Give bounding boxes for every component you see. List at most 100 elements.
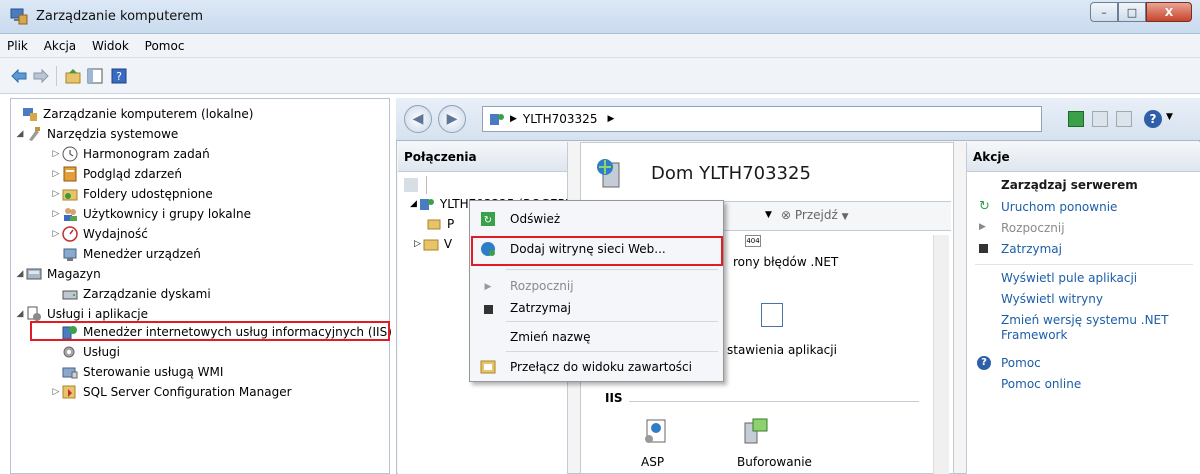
- breadcrumb-arrow-icon: ▶: [510, 114, 517, 124]
- feature-asp[interactable]: ASP: [641, 455, 664, 469]
- expand-arrow-icon[interactable]: ▷: [50, 169, 62, 179]
- performance-icon: [62, 225, 78, 242]
- menu-start[interactable]: Rozpocznij: [510, 279, 574, 293]
- collapse-arrow-icon[interactable]: ◢: [14, 129, 26, 139]
- forward-icon[interactable]: [32, 67, 50, 85]
- toolbar: ?: [0, 58, 1200, 94]
- services-apps-icon: [26, 306, 42, 322]
- home-scrollbar[interactable]: [933, 235, 949, 474]
- menu-switch-content-view[interactable]: Przełącz do widoku zawartości: [510, 360, 692, 374]
- iis-help-icon[interactable]: ?: [1144, 110, 1162, 128]
- tree-item-sql[interactable]: ▷ SQL Server Configuration Manager: [50, 382, 292, 401]
- menu-view[interactable]: Widok: [85, 34, 134, 53]
- group-divider: [629, 401, 919, 402]
- show-hide-tree-icon[interactable]: [86, 67, 104, 85]
- app-pools-icon: [426, 216, 442, 232]
- action-change-net-2[interactable]: Framework: [1001, 328, 1067, 342]
- action-start[interactable]: Rozpocznij: [1001, 221, 1065, 235]
- actions-header: Akcje: [967, 142, 1200, 172]
- collapse-arrow-icon[interactable]: ◢: [410, 199, 417, 209]
- minimize-button[interactable]: –: [1090, 2, 1118, 22]
- restart-icon: ↻: [979, 199, 990, 214]
- connect-icon[interactable]: [404, 178, 418, 192]
- action-view-pools[interactable]: Wyświetl pule aplikacji: [1001, 271, 1137, 285]
- pane-separator: [426, 176, 427, 194]
- tree-item-services[interactable]: Usługi: [62, 342, 120, 361]
- stop-icon[interactable]: [1092, 111, 1108, 127]
- start-icon: ▶: [979, 222, 986, 232]
- asp-icon: [643, 419, 669, 445]
- maximize-button[interactable]: □: [1118, 2, 1146, 22]
- expand-arrow-icon[interactable]: ▷: [50, 149, 62, 159]
- dropdown-arrow-icon[interactable]: ▼: [1166, 112, 1173, 122]
- help-icon[interactable]: ?: [110, 67, 128, 85]
- action-change-net[interactable]: Zmień wersję systemu .NET: [1001, 313, 1168, 327]
- toolbar-separator: [56, 66, 57, 86]
- connections-header: Połączenia: [398, 142, 567, 172]
- menu-bar: Plik Akcja Widok Pomoc: [0, 34, 1200, 58]
- tree-item-storage[interactable]: ◢ Magazyn: [14, 264, 101, 283]
- menu-file[interactable]: Plik: [0, 34, 33, 53]
- home-icon[interactable]: [1116, 111, 1132, 127]
- expand-arrow-icon[interactable]: ▷: [50, 387, 62, 397]
- tree-item-system-tools[interactable]: ◢ Narzędzia systemowe: [14, 124, 178, 143]
- collapse-arrow-icon[interactable]: ◢: [14, 269, 26, 279]
- iis-forward-button[interactable]: ▶: [438, 105, 466, 133]
- server-home-icon: [595, 157, 627, 189]
- start-icon[interactable]: [1068, 111, 1084, 127]
- conn-sites-item[interactable]: ▷ V: [414, 236, 452, 252]
- tree-item-performance[interactable]: ▷ Wydajność: [50, 224, 148, 243]
- expand-arrow-icon[interactable]: ▷: [50, 189, 62, 199]
- menu-help[interactable]: Pomoc: [138, 34, 190, 53]
- tree-item-device-manager[interactable]: Menedżer urządzeń: [62, 244, 201, 263]
- up-folder-icon[interactable]: [64, 67, 82, 85]
- tree-item-users-groups[interactable]: ▷ Użytkownicy i grupy lokalne: [50, 204, 251, 223]
- tree-item-event-viewer[interactable]: ▷ Podgląd zdarzeń: [50, 164, 182, 183]
- action-restart[interactable]: Uruchom ponownie: [1001, 200, 1117, 214]
- iis-address-bar[interactable]: ▶ YLTH703325 ▶: [482, 106, 1042, 132]
- address-server-name[interactable]: YLTH703325: [523, 112, 598, 126]
- tree-item-wmi[interactable]: Sterowanie usługą WMI: [62, 362, 223, 381]
- menu-separator: [506, 351, 718, 352]
- expand-arrow-icon[interactable]: ▷: [414, 239, 421, 249]
- tree-item-task-scheduler[interactable]: ▷ Harmonogram zadań: [50, 144, 210, 163]
- conn-app-pools-item[interactable]: P: [426, 216, 454, 232]
- svg-text:?: ?: [116, 70, 122, 83]
- start-icon: ▶: [484, 282, 492, 292]
- close-button[interactable]: X: [1146, 2, 1192, 22]
- add-website-highlight-frame: [471, 236, 723, 266]
- iis-back-button[interactable]: ◀: [404, 105, 432, 133]
- menu-stop[interactable]: Zatrzymaj: [510, 301, 571, 315]
- tree-item-shared-folders[interactable]: ▷ Foldery udostępnione: [50, 184, 213, 203]
- action-stop[interactable]: Zatrzymaj: [1001, 242, 1062, 256]
- refresh-icon: ↻: [480, 211, 496, 227]
- tree-item-root[interactable]: Zarządzanie komputerem (lokalne): [22, 104, 253, 123]
- back-icon[interactable]: [10, 67, 28, 85]
- app-settings-icon: [761, 303, 783, 327]
- expand-arrow-icon[interactable]: ▷: [50, 209, 62, 219]
- dropdown-arrow-icon[interactable]: ▼: [765, 210, 772, 220]
- menu-rename[interactable]: Zmień nazwę: [510, 330, 591, 344]
- feature-caching[interactable]: Buforowanie: [737, 455, 812, 469]
- clock-icon: [62, 146, 78, 162]
- menu-refresh[interactable]: Odśwież: [510, 212, 560, 226]
- collapse-arrow-icon[interactable]: ◢: [14, 309, 26, 319]
- menu-action[interactable]: Akcja: [37, 34, 81, 53]
- error-pages-icon: 404: [745, 235, 761, 247]
- sql-icon: [62, 384, 78, 400]
- action-view-sites[interactable]: Wyświetl witryny: [1001, 292, 1103, 306]
- binoculars-icon: ⊗: [781, 208, 792, 222]
- action-help[interactable]: Pomoc: [1001, 356, 1041, 370]
- expand-arrow-icon[interactable]: ▷: [50, 229, 62, 239]
- feature-app-settings[interactable]: stawienia aplikacji: [727, 343, 837, 357]
- users-icon: [62, 206, 78, 222]
- shared-folder-icon: [62, 186, 78, 202]
- caching-icon: [743, 417, 769, 445]
- action-help-online[interactable]: Pomoc online: [1001, 377, 1081, 391]
- breadcrumb-arrow-icon[interactable]: ▶: [607, 114, 614, 124]
- goto-button[interactable]: ⊗ Przejdź ▼: [781, 208, 849, 222]
- tree-item-disk-management[interactable]: Zarządzanie dyskami: [62, 284, 211, 303]
- storage-icon: [26, 266, 42, 282]
- server-icon: [489, 111, 505, 127]
- feature-error-pages[interactable]: rony błędów .NET: [733, 255, 838, 269]
